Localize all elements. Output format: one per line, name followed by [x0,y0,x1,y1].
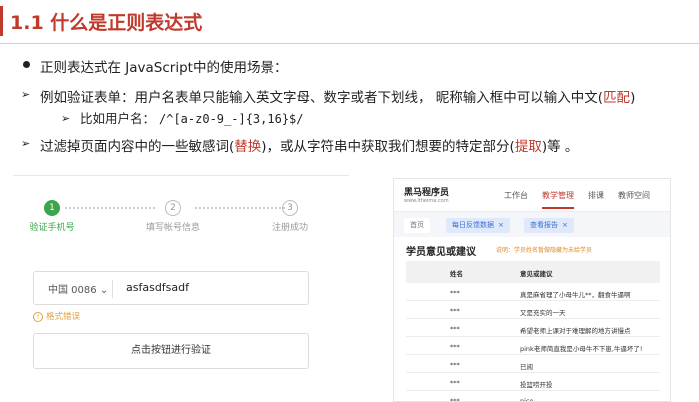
title-accent-bar [0,6,3,36]
tab-home[interactable]: 首页 [404,218,430,233]
highlight-match: 匹配 [603,90,631,106]
close-icon[interactable]: × [562,221,568,229]
highlight-replace: 替换 [234,139,262,155]
tab-bar: 首页 每日反馈数据 × 查看报告 × [394,211,670,237]
filter-text: 过滤掉页面内容中的一些敏感词( [40,139,235,155]
cell-name: *** [450,289,460,297]
section-title: 学员意见或建议 [406,247,476,258]
cell-name: *** [450,343,460,351]
step-number: 2 [165,200,181,216]
step-label: 填写帐号信息 [145,223,200,233]
cell-feedback: 希望老师上课对于难理解的地方讲慢点 [520,327,631,335]
tab-label: 每日反馈数据 [452,221,494,229]
slide-title: 1.1 什么是正则表达式 [10,12,203,34]
table-row: *** 又是充实的一天 [406,301,660,319]
table-header: 姓名 意见或建议 [406,261,660,283]
step-number: 1 [44,200,60,216]
step-label: 注册成功 [271,223,308,233]
step-register-success: 3 注册成功 [265,200,315,233]
step-verify-phone: 1 验证手机号 [27,200,77,233]
arrow-bullet-icon: ➢ [21,137,31,150]
nav-teaching-management[interactable]: 教学管理 [542,190,574,209]
bullet-filter-extract: 过滤掉页面内容中的一些敏感词(替换)，或从字符串中获取我们想要的特定部分(提取)… [40,135,578,155]
tab-daily-feedback[interactable]: 每日反馈数据 × [446,218,510,233]
table-row: *** 已阅 [406,355,660,373]
step-label: 验证手机号 [29,223,75,233]
cell-name: *** [450,379,460,387]
tab-view-report[interactable]: 查看报告 × [524,218,574,233]
phone-input-row: 中国 0086 ⌄ asfasdfsadf [33,271,309,305]
bullet-form-validation: 例如验证表单：用户名表单只能输入英文字母、数字或者下划线， 昵称输入框中可以输入… [40,86,635,106]
cell-feedback: pink老师简直我是小母牛不下崽,牛逼坏了! [520,345,643,353]
cell-name: *** [450,361,460,369]
feedback-table: 姓名 意见或建议 *** 真是麻省理了小母牛儿**，翻食牛逼啊 *** 又是充实的一… [406,261,660,402]
step-number: 3 [282,200,298,216]
highlight-extract: 提取 [514,139,542,155]
step-fill-account: 2 填写帐号信息 [143,200,203,233]
cell-name: *** [450,307,460,315]
username-regex: /^[a-z0-9_-]{3,16}$/ [159,112,304,126]
register-form-screenshot: 1 验证手机号 2 填写帐号信息 3 注册成功 中国 0086 ⌄ asfasd… [13,175,349,402]
arrow-bullet-icon: ➢ [21,88,31,101]
brand-url: www.itheima.com [404,198,449,204]
username-label: 比如用户名： [80,111,156,126]
nav-workbench[interactable]: 工作台 [504,190,528,201]
step-connector [65,207,155,209]
table-row: *** 投篮唠开投 [406,373,660,391]
column-header-name: 姓名 [450,270,463,278]
format-error-message: ! 格式错误 [33,310,80,322]
country-code-select[interactable]: 中国 0086 ⌄ [48,281,108,296]
warning-text: 格式错误 [46,312,81,322]
column-header-feedback: 意见或建议 [520,270,553,278]
bullet-username-example: 比如用户名： /^[a-z0-9_-]{3,16}$/ [80,108,304,127]
header-divider [0,43,699,44]
cell-feedback: 已阅 [520,363,533,371]
form-validation-close: ) [630,90,636,106]
filter-end-text: )等 。 [541,139,579,155]
warning-icon: ! [33,312,43,322]
cell-feedback: nice [520,397,534,402]
nav-teacher-space[interactable]: 教师空间 [618,190,650,201]
country-code-value: 中国 0086 [48,285,97,296]
filter-mid-text: )，或从字符串中获取我们想要的特定部分( [261,139,515,155]
cell-name: *** [450,325,460,333]
cell-feedback: 投篮唠开投 [520,381,553,389]
cell-name: *** [450,397,460,402]
cell-feedback: 真是麻省理了小母牛儿**，翻食牛逼啊 [520,291,631,299]
phone-input[interactable]: asfasdfsadf [126,281,189,294]
feedback-admin-screenshot: 黑马程序员 www.itheima.com 工作台 教学管理 排课 教师空间 首… [393,178,671,402]
section-note: 说明：学员姓名暂做隐藏为未给学员 [496,247,593,254]
verify-button[interactable]: 点击按钮进行验证 [33,333,309,369]
close-icon[interactable]: × [498,221,504,229]
sub-arrow-bullet-icon: ➢ [61,112,71,125]
bullet-usage-scenarios: 正则表达式在 JavaScript中的使用场景： [40,60,288,76]
nav-scheduling[interactable]: 排课 [588,190,604,201]
table-row: *** nice [406,391,660,402]
table-row: *** pink老师简直我是小母牛不下崽,牛逼坏了! [406,337,660,355]
chevron-down-icon: ⌄ [99,285,109,296]
table-row: *** 希望老师上课对于难理解的地方讲慢点 [406,319,660,337]
cell-feedback: 又是充实的一天 [520,309,566,317]
form-validation-text: 例如验证表单：用户名表单只能输入英文字母、数字或者下划线， 昵称输入框中可以输入… [40,90,604,106]
bullet-dot-icon [23,61,30,68]
tab-label: 查看报告 [530,221,558,229]
slide-header: 1.1 什么是正则表达式 [0,0,699,44]
divider [112,280,113,298]
table-row: *** 真是麻省理了小母牛儿**，翻食牛逼啊 [406,283,660,301]
brand-logo: 黑马程序员 [404,188,450,198]
